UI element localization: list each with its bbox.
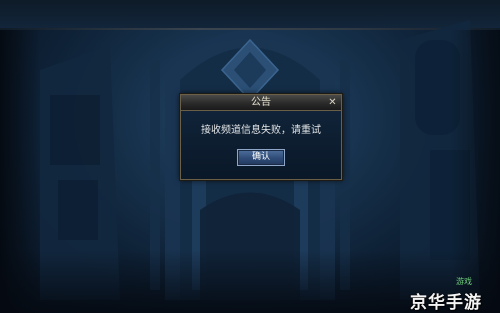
dialog-message: 接收频道信息失败，请重试 [201,125,321,136]
announcement-dialog: 公告 ✕ 接收频道信息失败，请重试 确认 [180,94,342,180]
close-icon[interactable]: ✕ [327,97,338,108]
dialog-title: 公告 [251,97,271,108]
watermark-badge: 游戏 [456,277,472,286]
dialog-body: 接收频道信息失败，请重试 确认 [181,111,341,179]
confirm-button[interactable]: 确认 [237,149,285,166]
dialog-titlebar: 公告 ✕ [181,95,341,111]
watermark-logo: 京华手游 [410,293,482,313]
